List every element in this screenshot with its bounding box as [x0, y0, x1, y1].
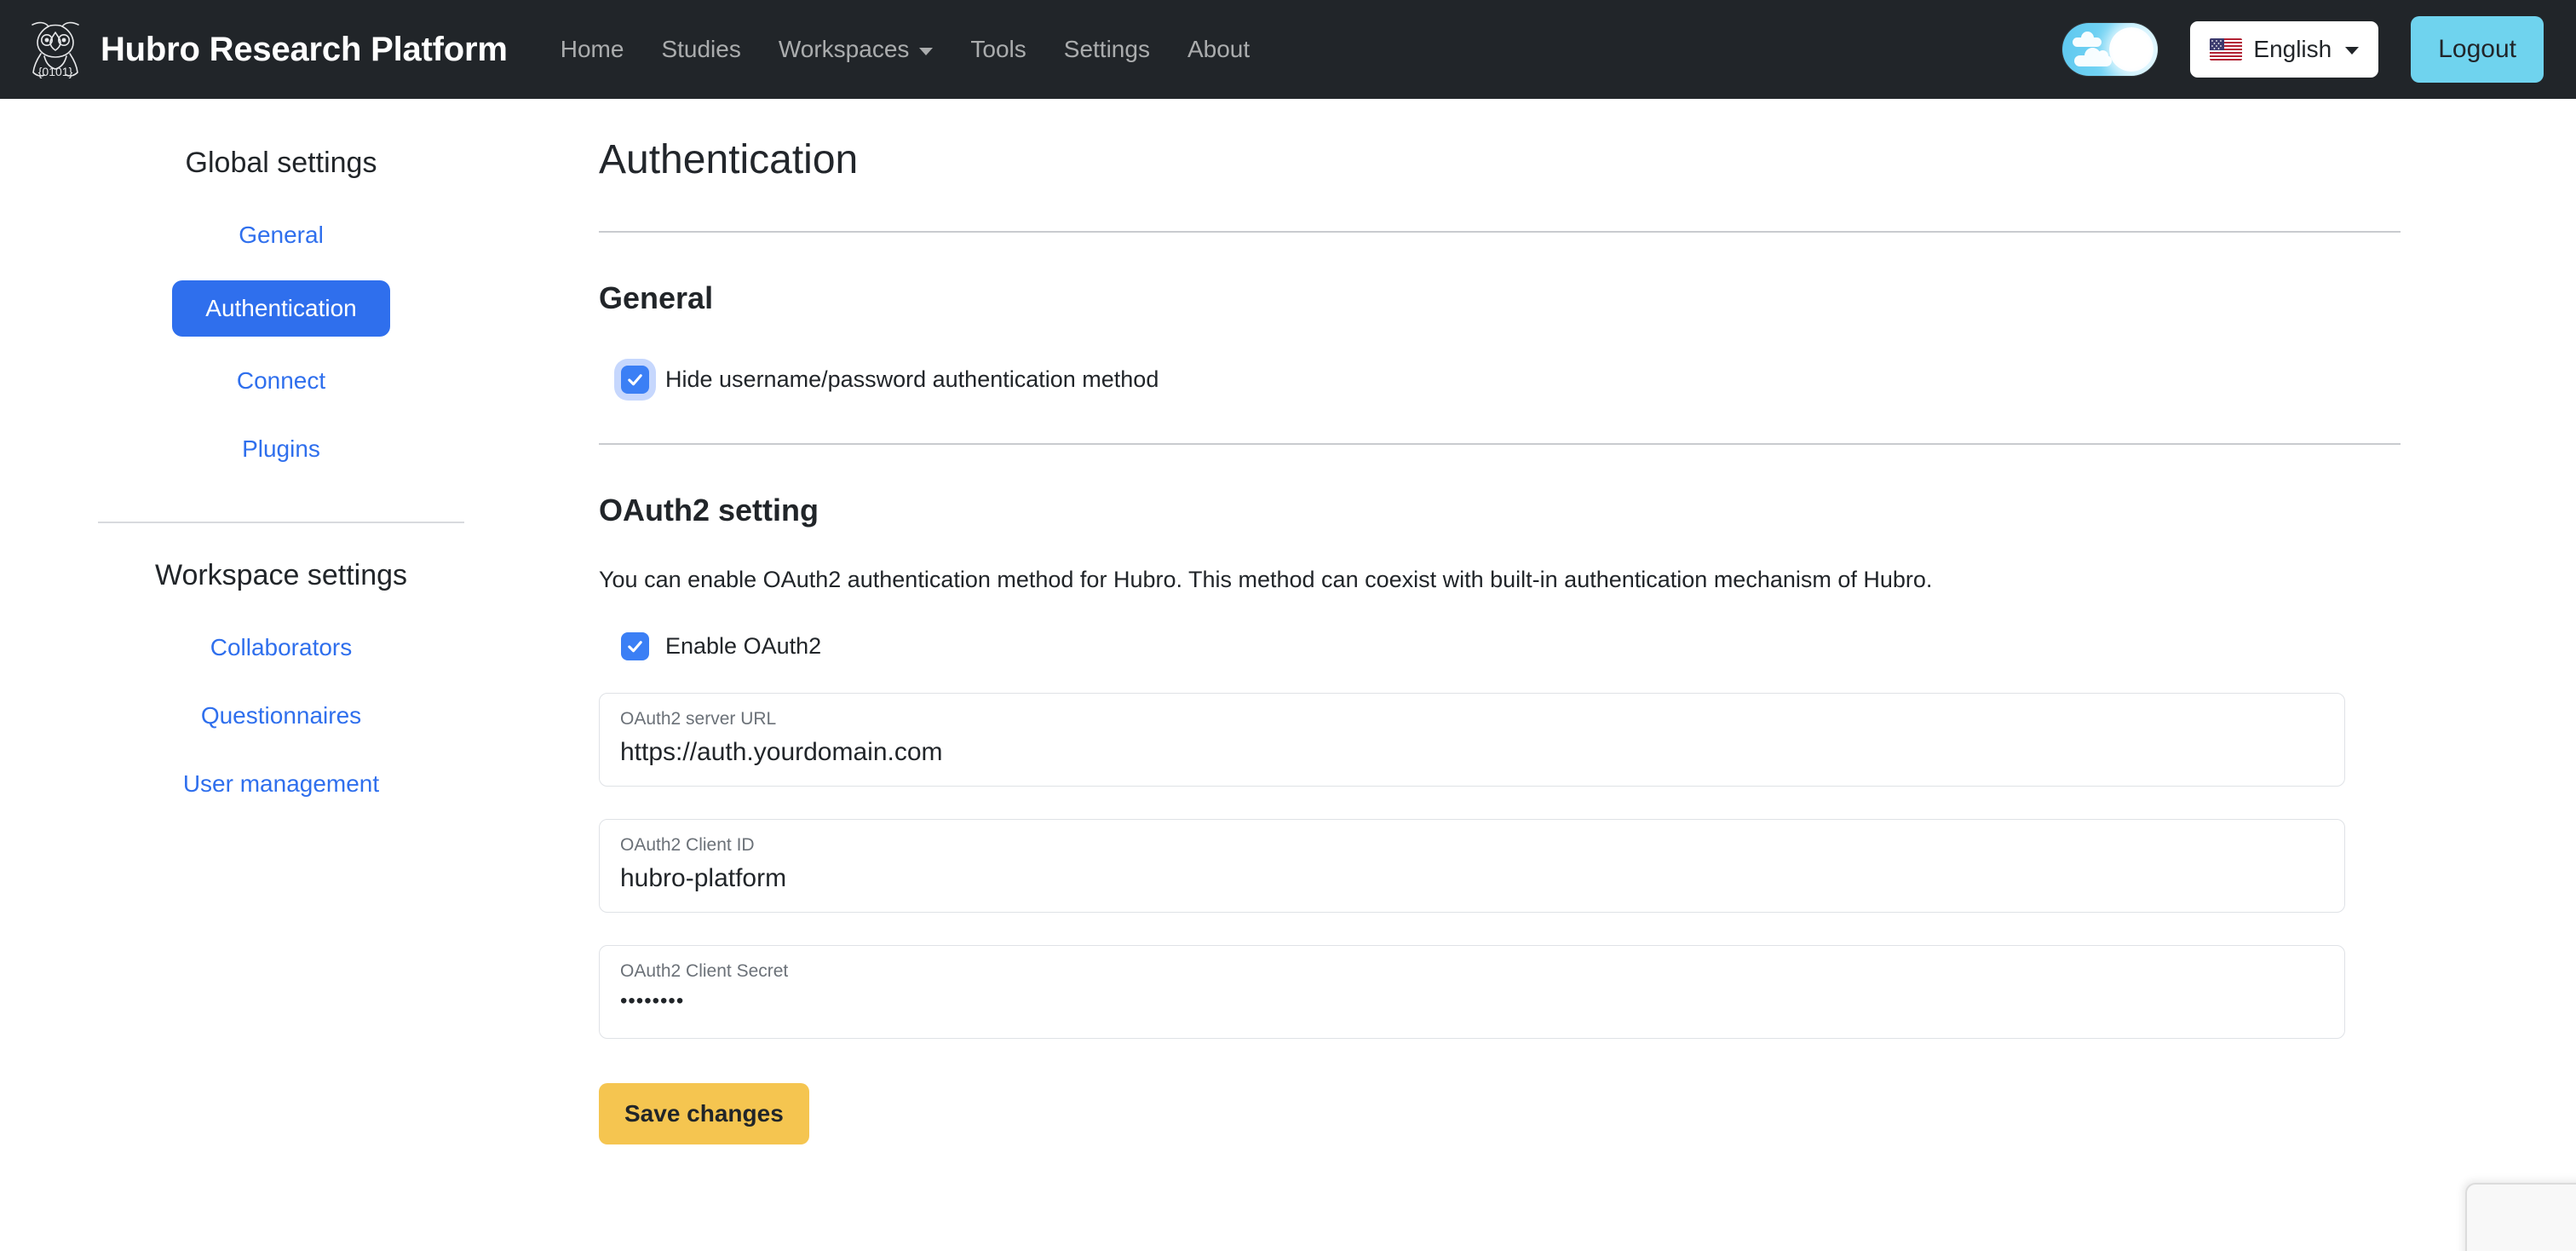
nav-item-settings-label: Settings	[1064, 36, 1150, 63]
oauth2-client-id-field[interactable]: OAuth2 Client ID hubro-platform	[599, 819, 2345, 913]
primary-nav: Home Studies Workspaces Tools Settings A…	[542, 27, 2063, 72]
oauth2-description: You can enable OAuth2 authentication met…	[599, 564, 2406, 595]
language-label: English	[2253, 36, 2332, 63]
oauth2-server-url-input[interactable]: https://auth.yourdomain.com	[620, 736, 2324, 769]
sun-icon	[2109, 27, 2153, 72]
enable-oauth2-checkbox[interactable]	[621, 632, 649, 660]
sidebar-item-user-management[interactable]: User management	[0, 761, 562, 807]
nav-item-tools[interactable]: Tools	[952, 27, 1044, 72]
oauth2-server-url-field[interactable]: OAuth2 server URL https://auth.yourdomai…	[599, 693, 2345, 787]
nav-item-studies-label: Studies	[661, 36, 740, 63]
oauth2-client-secret-label: OAuth2 Client Secret	[620, 961, 2324, 982]
corner-widget-panel[interactable]	[2465, 1183, 2576, 1251]
language-selector[interactable]: English	[2190, 21, 2378, 78]
nav-item-home[interactable]: Home	[542, 27, 643, 72]
nav-item-about-label: About	[1187, 36, 1250, 63]
chevron-down-icon	[2345, 47, 2359, 55]
us-flag-icon	[2210, 38, 2242, 61]
sidebar-item-connect[interactable]: Connect	[0, 358, 562, 404]
save-changes-button[interactable]: Save changes	[599, 1083, 809, 1144]
cloud-icon	[2074, 55, 2112, 66]
main-content: Authentication General Hide username/pas…	[599, 99, 2406, 1144]
chevron-down-icon	[919, 48, 933, 55]
oauth2-client-id-label: OAuth2 Client ID	[620, 835, 2324, 856]
general-section-title: General	[599, 280, 2406, 316]
enable-oauth2-label: Enable OAuth2	[665, 633, 821, 660]
checkmark-icon	[625, 370, 645, 389]
general-section-divider	[599, 443, 2401, 445]
oauth2-client-secret-field[interactable]: OAuth2 Client Secret ••••••••	[599, 945, 2345, 1039]
oauth2-client-secret-input[interactable]: ••••••••	[620, 989, 2324, 1021]
nav-item-studies[interactable]: Studies	[642, 27, 759, 72]
sidebar-item-general[interactable]: General	[0, 212, 562, 258]
navbar-actions: English Logout	[2062, 16, 2544, 83]
sidebar-global-heading: Global settings	[186, 147, 377, 180]
sidebar-workspace-heading: Workspace settings	[155, 559, 407, 592]
logout-button[interactable]: Logout	[2411, 16, 2544, 83]
page-body: Global settings General Authentication C…	[0, 99, 2576, 1251]
oauth2-server-url-label: OAuth2 server URL	[620, 709, 2324, 729]
nav-item-home-label: Home	[561, 36, 624, 63]
settings-sidebar: Global settings General Authentication C…	[0, 99, 562, 829]
nav-item-tools-label: Tools	[970, 36, 1026, 63]
title-divider	[599, 231, 2401, 233]
owl-logo-icon: {0101}	[29, 16, 82, 83]
cloud-icon	[2073, 37, 2102, 47]
sidebar-item-plugins[interactable]: Plugins	[0, 426, 562, 472]
hide-username-password-row[interactable]: Hide username/password authentication me…	[621, 366, 2406, 394]
nav-item-about[interactable]: About	[1169, 27, 1268, 72]
nav-item-workspaces[interactable]: Workspaces	[760, 27, 952, 72]
top-navbar: {0101} Hubro Research Platform Home Stud…	[0, 0, 2576, 99]
brand-title: Hubro Research Platform	[101, 31, 508, 69]
sidebar-divider	[98, 522, 464, 523]
nav-item-settings[interactable]: Settings	[1045, 27, 1169, 72]
checkmark-icon	[625, 637, 645, 656]
theme-toggle[interactable]	[2062, 23, 2158, 76]
page-title: Authentication	[599, 138, 2406, 183]
nav-item-workspaces-label: Workspaces	[779, 36, 910, 63]
hide-username-password-checkbox[interactable]	[621, 366, 649, 394]
sidebar-item-questionnaires[interactable]: Questionnaires	[0, 693, 562, 739]
sidebar-item-collaborators[interactable]: Collaborators	[0, 625, 562, 671]
oauth2-client-id-input[interactable]: hubro-platform	[620, 862, 2324, 895]
sidebar-item-authentication[interactable]: Authentication	[172, 280, 390, 337]
enable-oauth2-row[interactable]: Enable OAuth2	[621, 632, 2406, 660]
logo-code-text: {0101}	[38, 65, 73, 78]
hide-username-password-label: Hide username/password authentication me…	[665, 366, 1159, 393]
oauth2-section-title: OAuth2 setting	[599, 493, 2406, 528]
brand-home-link[interactable]: {0101} Hubro Research Platform	[29, 16, 508, 83]
